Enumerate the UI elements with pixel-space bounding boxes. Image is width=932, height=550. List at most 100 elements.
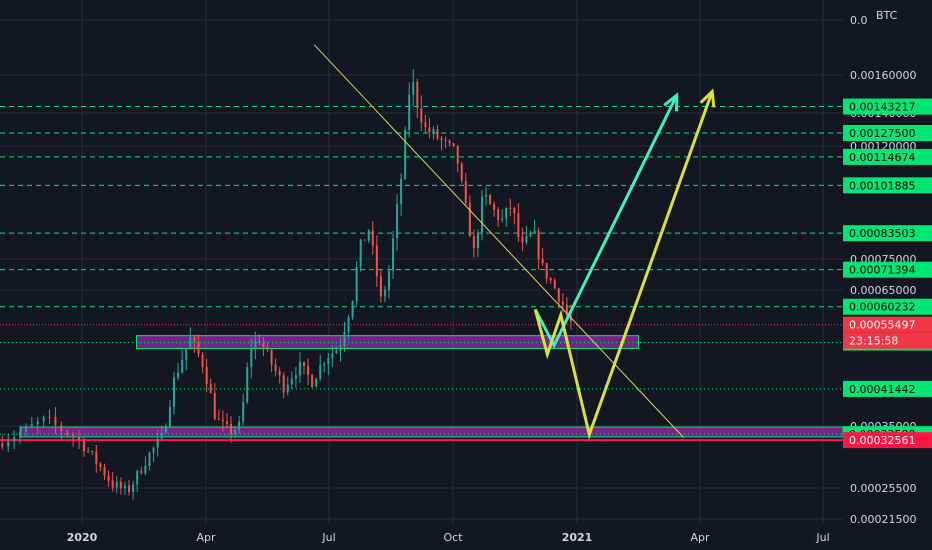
candle-body bbox=[319, 364, 322, 379]
candle-body bbox=[254, 340, 257, 349]
candle-body bbox=[103, 467, 106, 476]
candle-body bbox=[327, 358, 330, 364]
candle-body bbox=[513, 208, 516, 214]
current-price-tag: 0.00055497 bbox=[849, 319, 915, 332]
candle-body bbox=[156, 438, 159, 448]
time-axis-bg bbox=[0, 524, 932, 550]
candle-body bbox=[7, 441, 10, 447]
candle-body bbox=[517, 213, 520, 237]
candle-body bbox=[392, 238, 395, 271]
candle-body bbox=[371, 230, 374, 246]
candle-body bbox=[230, 423, 233, 434]
candle-body bbox=[119, 482, 122, 489]
candle-body bbox=[258, 340, 261, 344]
candle-body bbox=[128, 485, 131, 493]
candle-body bbox=[54, 416, 57, 426]
level-price-tag: 0.00114674 bbox=[849, 151, 915, 164]
candle-body bbox=[197, 341, 200, 355]
candle-body bbox=[468, 202, 471, 237]
candle-body bbox=[347, 317, 350, 332]
time-tick-label: Jul bbox=[321, 531, 335, 544]
candle-body bbox=[144, 465, 147, 474]
candle-body bbox=[315, 378, 318, 387]
candle-body bbox=[533, 230, 536, 233]
candle-body bbox=[24, 426, 27, 432]
price-chart[interactable]: BTC 0.00.001600000.001400000.001200000.0… bbox=[0, 0, 932, 550]
candle-body bbox=[132, 484, 135, 493]
support-zone[interactable] bbox=[136, 335, 639, 350]
support-zone[interactable] bbox=[20, 426, 844, 438]
level-price-tag: 0.00127500 bbox=[849, 127, 915, 140]
candle-body bbox=[270, 349, 273, 365]
candle-body bbox=[363, 239, 366, 241]
candle-body bbox=[485, 195, 488, 197]
candle-body bbox=[545, 263, 548, 279]
price-tick-label: 0.0 bbox=[850, 14, 868, 27]
candle-body bbox=[111, 480, 114, 488]
candle-body bbox=[343, 331, 346, 347]
candle-body bbox=[331, 353, 334, 359]
candle-body bbox=[432, 129, 435, 133]
candle-body bbox=[436, 129, 439, 139]
level-price-tag: 0.00041442 bbox=[849, 383, 915, 396]
candle-body bbox=[298, 362, 301, 376]
candle-body bbox=[148, 452, 151, 466]
candle-body bbox=[521, 236, 524, 243]
candle-body bbox=[238, 421, 241, 431]
candle-body bbox=[480, 196, 483, 234]
candle-body bbox=[294, 375, 297, 379]
candle-body bbox=[428, 127, 431, 133]
candle-body bbox=[286, 384, 289, 393]
candle-body bbox=[359, 239, 362, 268]
candle-body bbox=[379, 276, 382, 297]
candle-body bbox=[489, 195, 492, 205]
candle-body bbox=[87, 450, 90, 452]
time-tick-label: Oct bbox=[443, 531, 463, 544]
candle-body bbox=[242, 402, 245, 422]
price-tick-label: 0.00065000 bbox=[850, 284, 916, 297]
candle-body bbox=[189, 337, 192, 349]
candle-body bbox=[440, 138, 443, 141]
candle-body bbox=[225, 421, 228, 424]
candle-body bbox=[66, 431, 69, 435]
candle-body bbox=[501, 218, 504, 220]
candle-body bbox=[367, 230, 370, 241]
candle-body bbox=[400, 178, 403, 204]
candle-body bbox=[217, 419, 220, 421]
candle-body bbox=[83, 440, 86, 452]
candle-body bbox=[424, 122, 427, 128]
candle-body bbox=[246, 367, 249, 403]
candle-body bbox=[140, 470, 143, 474]
candle-body bbox=[213, 393, 216, 420]
candle-body bbox=[561, 301, 564, 305]
candle-body bbox=[497, 209, 500, 220]
candle-body bbox=[185, 348, 188, 360]
candle-body bbox=[136, 470, 139, 485]
candle-body bbox=[123, 485, 126, 489]
candle-body bbox=[452, 143, 455, 146]
candle-body bbox=[355, 267, 358, 302]
time-tick-label: Apr bbox=[690, 531, 710, 544]
level-price-tag: 0.00071394 bbox=[849, 264, 915, 277]
candle-body bbox=[302, 362, 305, 366]
candle-body bbox=[493, 204, 496, 210]
candle-body bbox=[250, 348, 253, 368]
candle-body bbox=[412, 82, 415, 95]
price-tick-label: 0.00025500 bbox=[850, 482, 916, 495]
time-axis[interactable]: 2020 Apr Jul Oct 2021 Apr Jul bbox=[0, 524, 932, 550]
candle-body bbox=[335, 350, 338, 354]
plot-background bbox=[0, 0, 932, 550]
candle-body bbox=[396, 203, 399, 239]
level-price-tag: 0.00143217 bbox=[849, 101, 915, 114]
candle-body bbox=[549, 278, 552, 281]
candle-body bbox=[115, 482, 118, 488]
candle-body bbox=[193, 337, 196, 342]
time-tick-label: Apr bbox=[196, 531, 216, 544]
candle-body bbox=[48, 416, 51, 418]
candle-body bbox=[416, 82, 419, 109]
candle-body bbox=[78, 437, 81, 441]
candle-body bbox=[13, 437, 16, 442]
currency-label: BTC bbox=[876, 9, 898, 22]
candle-body bbox=[460, 163, 463, 181]
candle-body bbox=[99, 463, 102, 468]
